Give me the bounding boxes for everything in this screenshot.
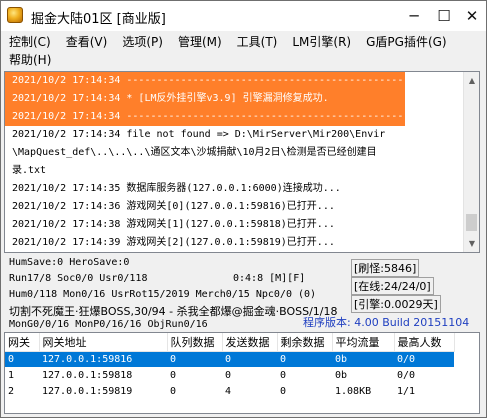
table-cell: 1/1 [397, 385, 416, 397]
minimize-button[interactable]: ─ [399, 1, 429, 31]
log-scrollbar[interactable]: ▲ ▼ [463, 72, 479, 252]
col-sent-data[interactable]: 发送数据 [222, 333, 278, 352]
scroll-thumb[interactable] [466, 214, 477, 231]
table-cell: 0 [5, 351, 39, 367]
col-max-users[interactable]: 最高人数 [394, 333, 455, 352]
close-button[interactable]: ✕ [457, 1, 487, 31]
table-cell: 0/0 [394, 351, 454, 367]
table-cell: 0 [280, 369, 287, 381]
gate-table[interactable]: 网关 网关地址 队列数据 发送数据 剩余数据 平均流量 最高人数 0 127.0.… [4, 332, 480, 414]
boss-status: 切割不死魔王·狂爆BOSS,30/94 - 杀我全都爆@掘金魂·BOSS/1/1… [9, 305, 338, 318]
log-line: 2021/10/2 17:14:34 * [LM反外挂引擎v3.9] 引擎漏洞修… [5, 90, 405, 108]
log-line: 2021/10/2 17:14:35 数据库服务器(127.0.0.1:6000… [12, 183, 341, 194]
table-row[interactable]: 1 127.0.0.1:59818 0 0 0 0b 0/0 [5, 367, 454, 383]
log-lines: 2021/10/2 17:14:34 ---------------------… [5, 72, 465, 252]
program-version: 程序版本: 4.00 Build 20151104 [303, 316, 470, 329]
table-cell: 0 [280, 385, 287, 397]
col-avg-traffic[interactable]: 平均流量 [332, 333, 395, 352]
menu-bar: 控制(C) 查看(V) 选项(P) 管理(M) 工具(T) LM引擎(R) G盾… [1, 31, 486, 69]
table-cell: 0 [170, 369, 177, 381]
table-cell: 127.0.0.1:59819 [42, 385, 133, 397]
online-count: [在线:24/24/0] [351, 277, 434, 295]
table-cell: 0 [167, 351, 222, 367]
table-cell: 0b [332, 351, 394, 367]
col-gate-address[interactable]: 网关地址 [39, 333, 168, 352]
table-cell: 0 [170, 385, 177, 397]
log-line: \MapQuest_def\..\..\..\通区文本\沙城捐献\10月2日\检… [12, 147, 377, 158]
table-cell: 0 [277, 351, 332, 367]
log-line: 录.txt [12, 165, 47, 176]
run-status: Run17/8 Soc0/0 Usr0/118 [9, 273, 148, 284]
table-cell: 0/0 [397, 369, 416, 381]
log-panel[interactable]: 2021/10/2 17:14:34 ---------------------… [4, 71, 480, 253]
menu-tools[interactable]: 工具(T) [229, 33, 285, 52]
menu-manage[interactable]: 管理(M) [170, 33, 229, 52]
app-gold-icon [7, 7, 23, 23]
maximize-button[interactable]: ☐ [429, 1, 459, 31]
window-title: 掘金大陆01区 [商业版] [31, 12, 166, 27]
col-gate[interactable]: 网关 [5, 333, 40, 352]
engine-uptime: [引擎:0.0029天] [351, 295, 441, 313]
server-window: 掘金大陆01区 [商业版] ─ ☐ ✕ 控制(C) 查看(V) 选项(P) 管理… [0, 0, 487, 418]
log-line: 2021/10/2 17:14:34 ---------------------… [5, 108, 405, 126]
clock-status: 0:4:8 [M][F] [233, 273, 306, 284]
menu-help[interactable]: 帮助(H) [1, 51, 58, 70]
table-cell: 1 [8, 369, 15, 381]
refresh-monster-count: [刷怪:5846] [351, 259, 420, 277]
table-cell: 127.0.0.1:59818 [42, 369, 133, 381]
table-cell: 0 [222, 351, 277, 367]
log-line: 2021/10/2 17:14:38 游戏网关[1](127.0.0.1:598… [12, 219, 335, 230]
menu-gshield-plugin[interactable]: G盾PG插件(G) [358, 33, 454, 52]
log-line: 2021/10/2 17:14:34 file not found => D:\… [12, 129, 386, 140]
log-line: 2021/10/2 17:14:39 游戏网关[2](127.0.0.1:598… [12, 237, 335, 248]
table-cell: 2 [8, 385, 15, 397]
table-cell: 0 [225, 369, 232, 381]
table-cell: 127.0.0.1:59816 [39, 351, 167, 367]
table-row[interactable]: 2 127.0.0.1:59819 0 4 0 1.08KB 1/1 [5, 383, 454, 399]
log-line: 2021/10/2 17:14:34 ---------------------… [5, 72, 405, 90]
log-line: 2021/10/2 17:14:36 游戏网关[0](127.0.0.1:598… [12, 201, 335, 212]
col-queue-data[interactable]: 队列数据 [167, 333, 223, 352]
hum-status: Hum0/118 Mon0/16 UsrRot15/2019 Merch0/15… [9, 289, 317, 300]
scroll-down-icon[interactable]: ▼ [464, 235, 479, 252]
menu-view[interactable]: 查看(V) [58, 33, 115, 52]
menu-lm-engine[interactable]: LM引擎(R) [284, 33, 358, 52]
table-cell: 0b [335, 369, 348, 381]
col-remaining-data[interactable]: 剩余数据 [277, 333, 333, 352]
save-status: HumSave:0 HeroSave:0 [9, 257, 130, 268]
gate-table-header: 网关 网关地址 队列数据 发送数据 剩余数据 平均流量 最高人数 [5, 333, 455, 352]
table-cell: 1.08KB [335, 385, 372, 397]
table-cell: 4 [225, 385, 232, 397]
scroll-up-icon[interactable]: ▲ [464, 72, 479, 89]
title-bar[interactable]: 掘金大陆01区 [商业版] ─ ☐ ✕ [1, 1, 486, 31]
menu-control[interactable]: 控制(C) [1, 33, 58, 52]
table-row[interactable]: 0 127.0.0.1:59816 0 0 0 0b 0/0 [5, 351, 454, 367]
mon-status: MonG0/0/16 MonP0/16/16 ObjRun0/16 [9, 319, 208, 330]
menu-options[interactable]: 选项(P) [114, 33, 170, 52]
